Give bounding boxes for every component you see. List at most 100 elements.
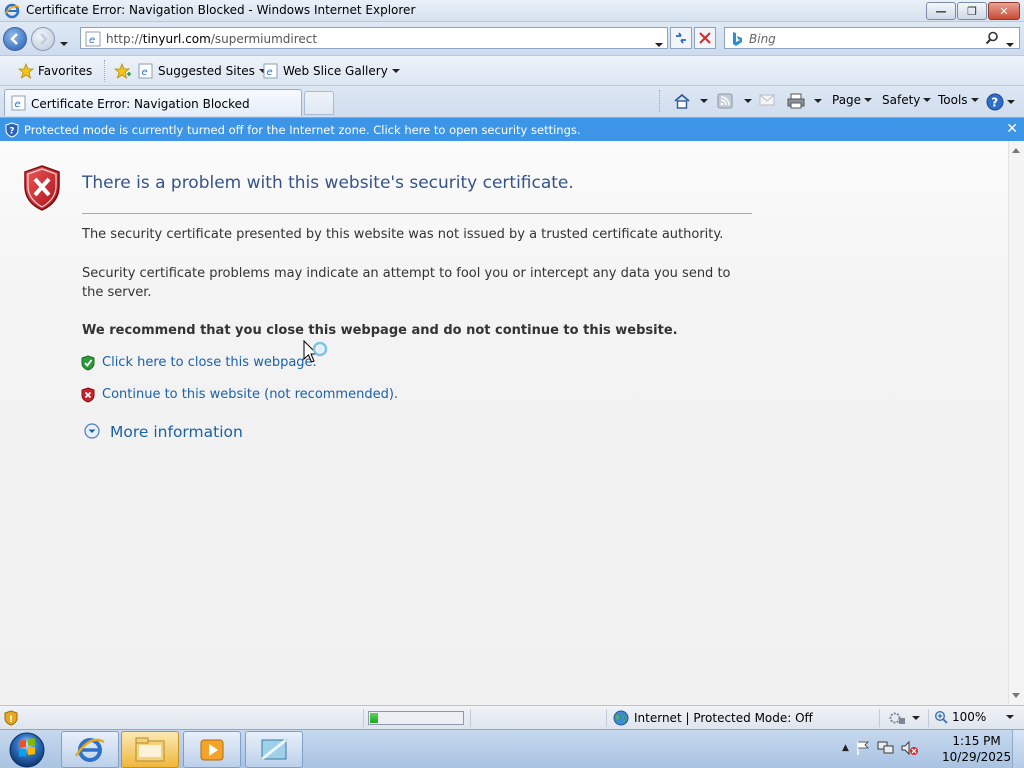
chevron-down-icon	[923, 98, 932, 102]
back-button[interactable]	[3, 27, 27, 51]
recommendation-text: We recommend that you close this webpage…	[82, 323, 678, 338]
information-bar[interactable]: ? Protected mode is currently turned off…	[0, 117, 1024, 141]
taskbar-media-player[interactable]	[183, 731, 241, 768]
read-mail-button[interactable]	[759, 93, 775, 107]
chevron-down-icon	[700, 99, 708, 103]
security-zone[interactable]: Internet | Protected Mode: Off	[613, 710, 813, 726]
svg-text:e: e	[142, 67, 148, 78]
search-placeholder: Bing	[749, 32, 776, 46]
recent-pages-dropdown[interactable]	[60, 35, 68, 49]
safety-menu[interactable]: Safety	[882, 93, 932, 107]
clock-time: 1:15 PM	[952, 734, 1001, 748]
expand-circle-icon[interactable]	[84, 423, 100, 439]
window-app-icon	[261, 738, 287, 761]
new-tab-button[interactable]	[304, 91, 334, 115]
stop-button[interactable]	[694, 27, 716, 49]
zoom-control[interactable]: 100%	[934, 710, 1015, 724]
mail-icon	[759, 94, 775, 106]
chevron-down-icon	[744, 99, 752, 103]
refresh-icon	[676, 32, 686, 44]
svg-text:e: e	[267, 67, 273, 78]
bing-icon	[733, 32, 742, 46]
close-webpage-link[interactable]: Click here to close this webpage.	[102, 355, 317, 370]
close-window-button[interactable]: ✕	[988, 2, 1020, 20]
media-player-icon	[200, 739, 224, 761]
tools-menu[interactable]: Tools	[938, 93, 979, 107]
url-domain: tinyurl.com	[142, 32, 211, 46]
taskbar-internet-explorer[interactable]	[61, 731, 119, 768]
taskbar-app[interactable]	[245, 731, 303, 768]
information-bar-message: Protected mode is currently turned off f…	[24, 123, 581, 137]
security-warning-icon[interactable]: !	[4, 710, 18, 726]
ie-page-icon: e	[138, 63, 153, 79]
search-options-dropdown[interactable]	[1006, 36, 1014, 50]
web-slice-gallery-link[interactable]: e Web Slice Gallery	[263, 63, 400, 79]
busy-cursor-icon	[303, 340, 328, 363]
vertical-scrollbar[interactable]	[1008, 141, 1024, 705]
web-slice-gallery-label: Web Slice Gallery	[283, 64, 388, 78]
address-bar[interactable]: e http://tinyurl.com/supermiumdirect	[80, 27, 668, 49]
system-clock[interactable]: 1:15 PM 10/29/2025	[942, 733, 1011, 765]
refresh-button[interactable]	[670, 27, 692, 49]
start-button[interactable]	[3, 730, 47, 768]
progress-fill	[370, 713, 378, 723]
scroll-up-arrow-icon[interactable]	[1012, 148, 1020, 153]
pop-up-blocker-button[interactable]	[888, 711, 920, 725]
feeds-button[interactable]	[717, 93, 752, 109]
tab-title: Certificate Error: Navigation Blocked	[31, 97, 250, 111]
zoom-icon	[934, 710, 948, 724]
print-button[interactable]	[787, 93, 822, 109]
volume-muted-icon[interactable]	[901, 740, 919, 756]
home-button[interactable]	[673, 93, 708, 109]
svg-text:!: !	[9, 715, 13, 725]
page-menu[interactable]: Page	[832, 93, 873, 107]
taskbar-windows-explorer[interactable]	[121, 731, 179, 768]
more-information-link[interactable]: More information	[110, 423, 243, 441]
divider	[606, 709, 607, 727]
action-center-flag-icon[interactable]	[855, 740, 871, 756]
favorites-label: Favorites	[38, 64, 93, 78]
url-scheme: http://	[106, 32, 143, 46]
green-shield-check-icon	[81, 355, 95, 371]
zoom-level: 100%	[952, 710, 987, 724]
continue-to-website-link[interactable]: Continue to this website (not recommende…	[102, 387, 398, 402]
suggested-sites-link[interactable]: e Suggested Sites	[138, 63, 267, 79]
forward-button[interactable]	[31, 27, 55, 51]
window-controls: — ❐ ✕	[926, 2, 1020, 20]
address-dropdown[interactable]	[655, 36, 663, 50]
ie-logo-icon	[4, 3, 20, 19]
add-to-favorites-bar-button[interactable]	[114, 63, 132, 79]
close-icon: ✕	[999, 4, 1009, 18]
divider	[879, 709, 880, 727]
back-arrow-icon	[10, 33, 18, 45]
show-desktop-button[interactable]	[1012, 730, 1024, 768]
close-information-bar-icon[interactable]: ✕	[1006, 121, 1018, 137]
window-title: Certificate Error: Navigation Blocked - …	[26, 3, 416, 17]
tab-certificate-error[interactable]: e Certificate Error: Navigation Blocked	[4, 89, 302, 116]
scroll-down-arrow-icon[interactable]	[1012, 693, 1020, 698]
page-menu-label: Page	[832, 93, 862, 107]
globe-icon	[613, 710, 629, 726]
favorites-button[interactable]: Favorites	[18, 63, 92, 79]
page-icon: e	[85, 31, 101, 47]
network-icon[interactable]	[877, 740, 895, 756]
divider	[470, 709, 471, 727]
address-url: http://tinyurl.com/supermiumdirect	[106, 32, 317, 46]
show-hidden-icons-arrow-icon[interactable]: ▲	[842, 743, 849, 753]
search-box[interactable]: Bing	[724, 27, 1020, 49]
safety-menu-label: Safety	[882, 93, 921, 107]
address-row: e http://tinyurl.com/supermiumdirect Bin…	[0, 22, 1024, 56]
chevron-down-icon	[912, 716, 920, 720]
status-bar: ! Internet | Protected Mode: Off 100%	[0, 705, 1024, 729]
help-button[interactable]: ?	[986, 93, 1015, 111]
svg-text:?: ?	[9, 127, 14, 137]
minimize-button[interactable]: —	[926, 2, 956, 20]
page-title: There is a problem with this website's s…	[82, 173, 574, 193]
notification-area: ▲	[842, 740, 919, 756]
chevron-down-icon	[970, 98, 979, 102]
internet-explorer-icon	[74, 738, 105, 762]
folder-icon	[135, 737, 165, 762]
maximize-button[interactable]: ❐	[957, 2, 987, 20]
help-icon: ?	[986, 93, 1004, 111]
search-icon[interactable]	[985, 31, 999, 45]
